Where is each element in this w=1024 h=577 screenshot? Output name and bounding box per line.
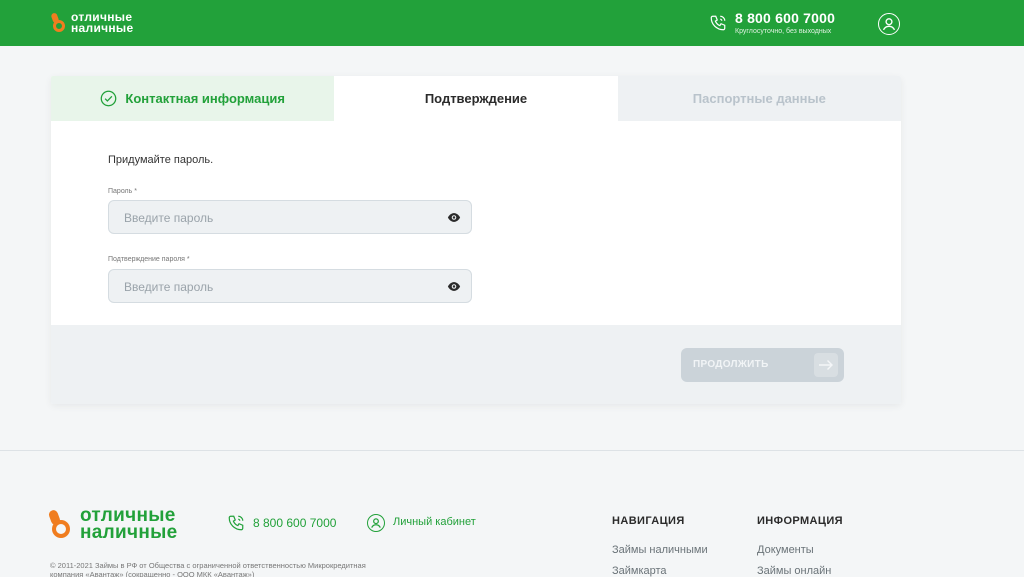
eye-icon[interactable]: [447, 212, 461, 223]
info-link[interactable]: Документы: [757, 544, 814, 556]
tab-contact-info[interactable]: Контактная информация: [51, 76, 335, 121]
logo-line-2: наличные: [71, 20, 134, 35]
logo-mark-icon: [50, 11, 66, 33]
form-actions: ПРОДОЛЖИТЬ: [51, 325, 901, 404]
password-placeholder: Введите пароль: [124, 211, 214, 225]
tab-passport-data[interactable]: Паспортные данные: [617, 76, 901, 121]
site-header: отличные наличные 8 800 600 7000 Круглос…: [0, 0, 1024, 46]
eye-icon[interactable]: [447, 281, 461, 292]
info-link[interactable]: Займы онлайн: [757, 565, 831, 577]
footer-logo[interactable]: отличные наличные: [47, 506, 178, 543]
arrow-right-icon: [814, 353, 838, 377]
phone-icon: [710, 15, 726, 31]
header-logo[interactable]: отличные наличные: [50, 11, 134, 35]
logo-text: отличные наличные: [71, 11, 134, 35]
password-label: Пароль *: [108, 188, 137, 195]
step-tabs: Контактная информация Подтверждение Пасп…: [51, 76, 901, 121]
tab-passport-data-label: Паспортные данные: [692, 91, 826, 106]
phone-icon: [228, 515, 244, 531]
form-hint: Придумайте пароль.: [108, 154, 214, 166]
footer-phone-number[interactable]: 8 800 600 7000: [253, 516, 336, 530]
password-form: Придумайте пароль. Пароль * Введите паро…: [51, 121, 901, 325]
tab-confirmation[interactable]: Подтверждение: [334, 76, 618, 121]
tab-contact-info-label: Контактная информация: [125, 91, 285, 106]
password-input[interactable]: Введите пароль: [108, 200, 472, 234]
tab-confirmation-label: Подтверждение: [424, 91, 528, 106]
info-column-title: ИНФОРМАЦИЯ: [757, 515, 843, 527]
confirm-password-placeholder: Введите пароль: [124, 280, 214, 294]
nav-column-title: НАВИГАЦИЯ: [612, 515, 685, 527]
header-phone-note: Круглосуточно, без выходных: [735, 28, 832, 35]
continue-button[interactable]: ПРОДОЛЖИТЬ: [681, 348, 844, 382]
registration-card: Контактная информация Подтверждение Пасп…: [51, 76, 901, 404]
personal-cabinet-link[interactable]: Личный кабинет: [393, 516, 476, 528]
user-account-icon[interactable]: [878, 13, 900, 35]
copyright-text: © 2011-2021 Займы в РФ от Общества с огр…: [50, 561, 366, 577]
logo-text: отличные наличные: [80, 506, 178, 543]
header-phone-number[interactable]: 8 800 600 7000: [735, 10, 835, 26]
confirm-password-label: Подтверждение пароля *: [108, 256, 190, 263]
nav-link[interactable]: Займкарта: [612, 565, 667, 577]
logo-line-2: наличные: [80, 521, 178, 543]
logo-mark-icon: [47, 508, 72, 540]
continue-button-label: ПРОДОЛЖИТЬ: [693, 359, 769, 370]
user-icon[interactable]: [367, 514, 385, 532]
footer-divider: [0, 450, 1024, 451]
check-circle-icon: [101, 90, 117, 107]
confirm-password-input[interactable]: Введите пароль: [108, 269, 472, 303]
nav-link[interactable]: Займы наличными: [612, 544, 708, 556]
